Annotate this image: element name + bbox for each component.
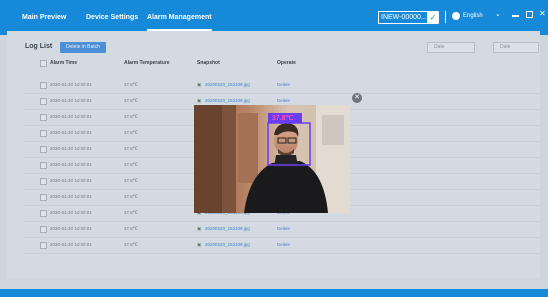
window-close-icon[interactable]: ✕ (539, 9, 546, 19)
device-selector[interactable]: INEW-00000... (378, 11, 428, 24)
alarm-temperature-cell: 37.8℃ (124, 242, 138, 247)
alarm-temperature-cell: 37.8℃ (124, 98, 138, 103)
alarm-temperature-cell: 37.8℃ (124, 114, 138, 119)
alarm-time-cell: 2020-01-20 14:30:01 (50, 146, 92, 151)
row-checkbox[interactable] (40, 114, 47, 121)
alarm-temperature-cell: 37.8℃ (124, 162, 138, 167)
close-icon[interactable]: ✕ (352, 93, 362, 103)
tab-device-settings[interactable]: Device Settings (86, 10, 138, 25)
delete-link[interactable]: Delete (277, 98, 290, 103)
alarm-time-cell: 2020-01-20 14:30:01 (50, 98, 92, 103)
check-icon[interactable]: ✓ (427, 11, 439, 24)
alarm-time-cell: 2020-01-20 14:30:01 (50, 114, 92, 119)
end-date-input[interactable]: Date (493, 42, 539, 53)
language-selector[interactable]: English (463, 12, 483, 20)
alarm-temperature-cell: 37.8℃ (124, 130, 138, 135)
delete-link[interactable]: Delete (277, 242, 290, 247)
top-nav-bar: Main Preview Device Settings Alarm Manag… (0, 0, 548, 35)
alarm-time-cell: 2020-01-20 14:30:01 (50, 162, 92, 167)
alarm-temperature-cell: 37.8℃ (124, 146, 138, 151)
minimize-icon[interactable] (512, 15, 519, 17)
alarm-temperature-cell: 37.8℃ (124, 178, 138, 183)
snapshot-preview: 37.8℃ (194, 105, 350, 213)
image-file-icon: ▣ (197, 82, 202, 87)
alarm-time-cell: 2020-01-20 14:30:01 (50, 178, 92, 183)
delete-batch-label: Delete in Batch (66, 44, 100, 50)
row-checkbox[interactable] (40, 130, 47, 137)
header-operate: Operate (277, 60, 296, 66)
alarm-time-cell: 2020-01-20 14:30:01 (50, 242, 92, 247)
chevron-down-icon[interactable]: ⌄ (495, 10, 501, 20)
start-date-input[interactable]: Date (427, 42, 475, 53)
snapshot-file-link[interactable]: 20200220_153109.jpg (205, 242, 250, 247)
snapshot-file-link[interactable]: 20200220_153109.jpg (205, 226, 250, 231)
header-alarm-temperature: Alarm Temperature (124, 60, 170, 66)
snapshot-file-link[interactable]: 20200220_153109.jpg (205, 82, 250, 87)
row-checkbox[interactable] (40, 146, 47, 153)
delete-link[interactable]: Delete (277, 82, 290, 87)
alarm-time-cell: 2020-01-20 14:30:01 (50, 226, 92, 231)
maximize-icon[interactable] (526, 11, 533, 18)
row-checkbox[interactable] (40, 242, 47, 249)
image-file-icon: ▣ (197, 98, 202, 103)
divider (445, 11, 446, 23)
header-alarm-time: Alarm Time (50, 60, 78, 66)
alarm-time-cell: 2020-01-20 14:30:01 (50, 194, 92, 199)
table-row: 2020-01-20 14:30:01 37.8℃ ▣20200220_153109… (24, 221, 540, 238)
delete-link[interactable]: Delete (277, 226, 290, 231)
row-checkbox[interactable] (40, 98, 47, 105)
snapshot-file-link[interactable]: 20200220_153109.jpg (205, 98, 250, 103)
status-bar (0, 289, 548, 297)
table-row: 2020-01-20 14:30:01 37.8℃ ▣20200220_153109… (24, 237, 540, 254)
header-snapshot: Snapshot (197, 60, 220, 66)
row-checkbox[interactable] (40, 162, 47, 169)
table-row: 2020-01-20 14:30:01 37.8℃ ▣20200220_153109… (24, 77, 540, 94)
row-checkbox[interactable] (40, 210, 47, 217)
alarm-time-cell: 2020-01-20 14:30:01 (50, 130, 92, 135)
row-checkbox[interactable] (40, 194, 47, 201)
alarm-temperature-cell: 37.8℃ (124, 226, 138, 231)
table-header: Alarm Time Alarm Temperature Snapshot Op… (24, 58, 540, 70)
globe-icon (452, 12, 460, 20)
row-checkbox[interactable] (40, 178, 47, 185)
page-title: Log List (25, 43, 53, 50)
alarm-temperature-cell: 37.8℃ (124, 194, 138, 199)
select-all-checkbox[interactable] (40, 60, 47, 67)
alarm-time-cell: 2020-01-20 14:30:01 (50, 210, 92, 215)
image-file-icon: ▣ (197, 242, 202, 247)
alarm-time-cell: 2020-01-20 14:30:01 (50, 82, 92, 87)
image-file-icon: ▣ (197, 226, 202, 231)
alarm-temperature-cell: 37.8℃ (124, 82, 138, 87)
tab-main-preview[interactable]: Main Preview (22, 10, 66, 25)
row-checkbox[interactable] (40, 226, 47, 233)
tab-alarm-management[interactable]: Alarm Management (147, 10, 212, 31)
delete-batch-button[interactable]: Delete in Batch (60, 42, 106, 53)
alarm-temperature-cell: 37.8℃ (124, 210, 138, 215)
temperature-label: 37.8℃ (272, 115, 294, 122)
row-checkbox[interactable] (40, 82, 47, 89)
